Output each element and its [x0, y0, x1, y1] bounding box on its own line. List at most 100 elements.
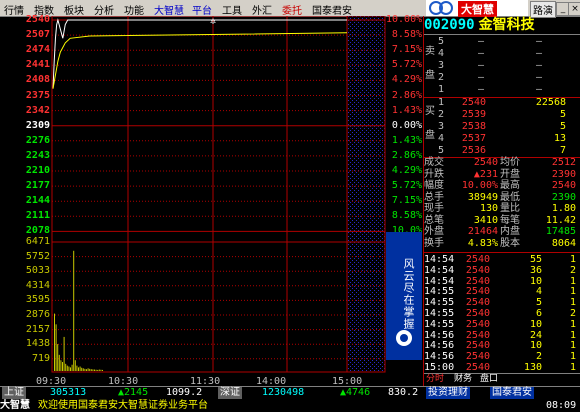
- menu-gongju[interactable]: 工具: [222, 2, 242, 17]
- buy-label: 买: [425, 106, 435, 117]
- volume-tick-label: 719: [31, 352, 50, 364]
- sz-index: 830.2: [388, 387, 419, 398]
- stat-value: 4.83%: [467, 237, 498, 249]
- volume-bar: [82, 368, 84, 371]
- promo-guotai[interactable]: 国泰君安: [490, 387, 534, 399]
- volume-tick-label: 4314: [25, 279, 50, 291]
- sh-index: 1099.2: [166, 387, 203, 398]
- minimize-icon: _: [560, 4, 566, 14]
- percent-tick-label: 8.58%: [391, 210, 422, 222]
- index-bar: 上证 305313 ▲2145 1099.2 深证 1230498 ▲4746 …: [0, 386, 580, 401]
- brand-logo: 大智慧: [426, 0, 528, 17]
- stat-value: 2512: [551, 157, 576, 168]
- stat-value: 2390: [551, 191, 576, 203]
- event-marker-icon[interactable]: ✲: [210, 16, 216, 27]
- sell-price: —: [478, 60, 485, 71]
- volume-bar: [65, 363, 67, 371]
- percent-tick-label: 1.43%: [391, 104, 422, 116]
- buy-volume: 7: [559, 145, 566, 156]
- sell-level: 1: [438, 84, 445, 95]
- sell-volume: —: [536, 36, 543, 47]
- stat-value: 1.80: [551, 203, 576, 214]
- menu-dazhihui[interactable]: 大智慧: [154, 2, 184, 17]
- buy-volume: 13: [553, 133, 566, 144]
- sell-level: 2: [438, 72, 445, 83]
- close-button[interactable]: ×: [568, 2, 580, 16]
- panel-tabs: 分时 财务 盘口: [424, 373, 580, 385]
- stock-name: 金智科技: [478, 17, 535, 33]
- price-tick-label: 2111: [25, 210, 50, 222]
- stat-label: 成交: [424, 157, 444, 168]
- volume-bar: [70, 367, 71, 371]
- menu-pingtai[interactable]: 平台: [192, 2, 212, 17]
- chart-grid: [51, 16, 385, 372]
- percent-tick-label: 1.43%: [391, 134, 422, 146]
- sh-index-label[interactable]: 上证: [2, 387, 26, 399]
- buy-label-2: 盘: [425, 130, 435, 141]
- stat-label: 换手: [424, 237, 444, 249]
- menu-weituo[interactable]: 委托: [282, 2, 302, 17]
- price-tick-label: 2507: [25, 29, 50, 41]
- menu-bankuai[interactable]: 板块: [64, 2, 84, 17]
- percent-tick-label: 5.72%: [391, 59, 422, 71]
- stat-label: 现手: [424, 203, 444, 214]
- stat-label: 量比: [500, 203, 520, 214]
- buy-price[interactable]: 2538: [458, 121, 486, 133]
- volume-bar: [68, 366, 70, 371]
- promo-invest[interactable]: 投资理财: [426, 387, 470, 399]
- volume-tick-label: 2876: [25, 309, 50, 320]
- volume-bar: [79, 366, 81, 371]
- volume-bar: [73, 250, 75, 371]
- price-tick-label: 2441: [25, 59, 50, 71]
- sell-volume: —: [536, 72, 543, 83]
- sell-volume: —: [536, 60, 543, 71]
- sz-index-label[interactable]: 深证: [218, 387, 242, 399]
- menu-guotaijunan[interactable]: 国泰君安: [312, 2, 352, 17]
- stat-value: 17485: [545, 226, 576, 237]
- stat-label: 升跌: [424, 168, 444, 180]
- price-tick-label: 2243: [25, 149, 50, 161]
- intraday-chart[interactable]: ✲: [0, 16, 424, 386]
- menu-waihui[interactable]: 外汇: [252, 2, 272, 17]
- stat-label: 开盘: [500, 168, 520, 180]
- volume-bar: [76, 365, 78, 371]
- stat-label: 外盘: [424, 226, 444, 237]
- buy-level: 3: [438, 121, 445, 132]
- sell-level: 4: [438, 48, 445, 59]
- buy-price[interactable]: 2540: [458, 97, 486, 109]
- sell-price: —: [478, 84, 485, 95]
- volume-tick-label: 5033: [25, 265, 50, 277]
- buy-price[interactable]: 2536: [458, 145, 486, 157]
- buy-level: 2: [438, 109, 445, 120]
- chart-frame: [51, 16, 386, 373]
- price-tick-label: 2276: [25, 134, 50, 146]
- price-tick-label: 2342: [25, 104, 50, 116]
- stat-value: 11.42: [545, 214, 576, 226]
- percent-tick-label: 7.15%: [391, 44, 422, 56]
- buy-volume: 22568: [535, 97, 566, 108]
- stat-label: 均价: [500, 157, 520, 168]
- stat-label: 幅度: [424, 180, 444, 191]
- buy-price[interactable]: 2539: [458, 109, 486, 121]
- price-tick-label: 2408: [25, 74, 50, 86]
- volume-bar: [100, 369, 102, 371]
- volume-bar: [102, 369, 103, 371]
- tab-pankou[interactable]: 盘口: [480, 374, 498, 385]
- tab-fenshi[interactable]: 分时: [426, 374, 444, 385]
- clock: 08:09: [546, 400, 577, 411]
- stat-label: 股本: [500, 237, 520, 249]
- volume-bar: [60, 360, 62, 371]
- buy-level: 4: [438, 133, 445, 144]
- menu-gongneng[interactable]: 功能: [124, 2, 144, 17]
- volume-bar: [90, 369, 92, 371]
- tab-caiwu[interactable]: 财务: [454, 374, 472, 385]
- side-banner[interactable]: 风云尽在掌握: [386, 232, 422, 360]
- menu-fenxi[interactable]: 分析: [94, 2, 114, 17]
- banner-logo-icon: [396, 330, 412, 346]
- percent-tick-label: 2.86%: [391, 89, 422, 101]
- volume-tick-label: 6471: [25, 236, 50, 247]
- price-tick-label: 2177: [25, 180, 50, 192]
- buy-price[interactable]: 2537: [458, 133, 486, 145]
- sh-change: ▲2145: [118, 387, 149, 398]
- volume-tick-label: 3595: [25, 294, 50, 306]
